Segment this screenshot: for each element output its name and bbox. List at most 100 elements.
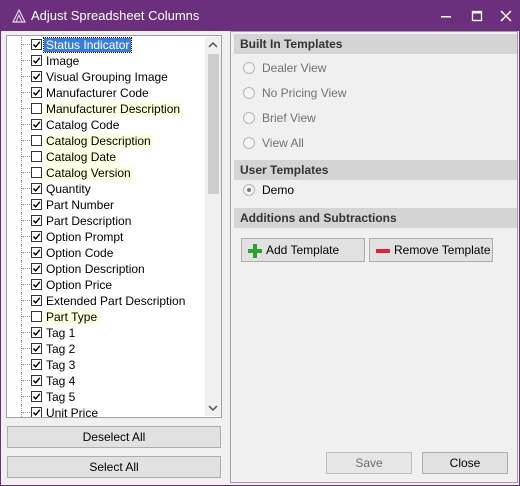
column-checkbox[interactable] <box>31 199 42 210</box>
template-option-label: View All <box>262 136 304 150</box>
column-checkbox[interactable] <box>31 311 42 322</box>
check-icon <box>32 377 41 384</box>
column-checkbox[interactable] <box>31 103 42 114</box>
tree-line <box>21 85 22 101</box>
column-row[interactable]: Extended Part Description <box>7 293 203 309</box>
column-checkbox[interactable] <box>31 167 42 178</box>
tree-line <box>21 309 22 325</box>
column-label: Option Price <box>46 278 113 292</box>
column-checkbox[interactable] <box>31 343 42 354</box>
tree-line <box>21 373 22 389</box>
scroll-up-icon[interactable] <box>205 37 221 53</box>
column-checkbox[interactable] <box>31 375 42 386</box>
columns-tree[interactable]: Status Indicator Image Visual Grouping Ima… <box>6 35 222 418</box>
radio-button[interactable] <box>243 184 255 196</box>
close-icon <box>500 10 512 22</box>
tree-line <box>21 261 22 277</box>
column-checkbox[interactable] <box>31 231 42 242</box>
tree-line <box>21 357 22 373</box>
scrollbar-thumb[interactable] <box>208 54 219 194</box>
column-checkbox[interactable] <box>31 183 42 194</box>
column-label: Visual Grouping Image <box>46 70 168 84</box>
column-checkbox[interactable] <box>31 135 42 146</box>
column-checkbox[interactable] <box>31 407 42 417</box>
column-label: Unit Price <box>46 406 99 418</box>
column-row[interactable]: Status Indicator <box>7 37 203 53</box>
remove-template-label: Remove Template <box>394 243 491 257</box>
tree-line <box>21 181 22 197</box>
minimize-button[interactable] <box>431 1 461 31</box>
column-checkbox[interactable] <box>31 55 42 66</box>
title-bar[interactable]: Adjust Spreadsheet Columns <box>1 1 519 31</box>
column-row[interactable]: Manufacturer Description <box>7 101 203 117</box>
column-label: Status Indicator <box>42 37 133 53</box>
column-row[interactable]: Option Prompt <box>7 229 203 245</box>
column-checkbox[interactable] <box>31 327 42 338</box>
column-checkbox[interactable] <box>31 247 42 258</box>
tree-line <box>21 229 22 245</box>
column-checkbox[interactable] <box>31 71 42 82</box>
column-row[interactable]: Quantity <box>7 181 203 197</box>
column-row[interactable]: Catalog Description <box>7 133 203 149</box>
select-all-button[interactable]: Select All <box>7 456 221 478</box>
column-row[interactable]: Tag 3 <box>7 357 203 373</box>
column-row[interactable]: Part Number <box>7 197 203 213</box>
column-checkbox[interactable] <box>31 295 42 306</box>
column-label: Tag 5 <box>46 390 76 404</box>
column-row[interactable]: Tag 5 <box>7 389 203 405</box>
column-row[interactable]: Image <box>7 53 203 69</box>
column-checkbox[interactable] <box>31 391 42 402</box>
column-row[interactable]: Tag 1 <box>7 325 203 341</box>
column-row[interactable]: Catalog Code <box>7 117 203 133</box>
column-label: Manufacturer Description <box>44 102 183 116</box>
add-template-button[interactable]: Add Template <box>241 238 365 262</box>
column-label: Extended Part Description <box>46 294 186 308</box>
column-checkbox[interactable] <box>31 215 42 226</box>
save-button[interactable]: Save <box>326 452 412 474</box>
maximize-button[interactable] <box>462 1 492 31</box>
dialog-window: Adjust Spreadsheet Columns Status Indica… <box>0 0 520 486</box>
radio-button[interactable] <box>243 112 255 124</box>
column-checkbox[interactable] <box>31 119 42 130</box>
close-button[interactable]: Close <box>422 452 508 474</box>
close-window-button[interactable] <box>491 1 520 31</box>
radio-button[interactable] <box>243 87 255 99</box>
tree-line <box>21 213 22 229</box>
built-in-templates-heading: Built In Templates <box>234 34 517 54</box>
check-icon <box>32 73 41 80</box>
column-checkbox[interactable] <box>31 359 42 370</box>
remove-template-button[interactable]: Remove Template <box>369 238 493 262</box>
column-row[interactable]: Catalog Version <box>7 165 203 181</box>
column-row[interactable]: Part Type <box>7 309 203 325</box>
radio-button[interactable] <box>243 137 255 149</box>
column-row[interactable]: Option Code <box>7 245 203 261</box>
deselect-all-button[interactable]: Deselect All <box>7 426 221 448</box>
radio-button[interactable] <box>243 62 255 74</box>
column-row[interactable]: Catalog Date <box>7 149 203 165</box>
check-icon <box>32 345 41 352</box>
column-row[interactable]: Part Description <box>7 213 203 229</box>
check-icon <box>32 217 41 224</box>
column-row[interactable]: Unit Price <box>7 405 203 418</box>
column-row[interactable]: Tag 4 <box>7 373 203 389</box>
column-label: Option Code <box>46 246 114 260</box>
plus-icon <box>248 243 262 258</box>
add-template-label: Add Template <box>266 243 340 257</box>
tree-line <box>21 389 22 405</box>
column-label: Option Description <box>46 262 145 276</box>
column-checkbox[interactable] <box>31 39 42 50</box>
column-row[interactable]: Visual Grouping Image <box>7 69 203 85</box>
check-icon <box>32 121 41 128</box>
column-checkbox[interactable] <box>31 279 42 290</box>
column-row[interactable]: Option Description <box>7 261 203 277</box>
column-row[interactable]: Tag 2 <box>7 341 203 357</box>
column-row[interactable]: Option Price <box>7 277 203 293</box>
tree-scrollbar[interactable] <box>205 37 221 416</box>
column-checkbox[interactable] <box>31 151 42 162</box>
column-checkbox[interactable] <box>31 87 42 98</box>
scroll-down-icon[interactable] <box>205 400 221 416</box>
column-label: Part Type <box>44 310 100 324</box>
column-row[interactable]: Manufacturer Code <box>7 85 203 101</box>
column-label: Catalog Date <box>44 150 119 164</box>
column-checkbox[interactable] <box>31 263 42 274</box>
